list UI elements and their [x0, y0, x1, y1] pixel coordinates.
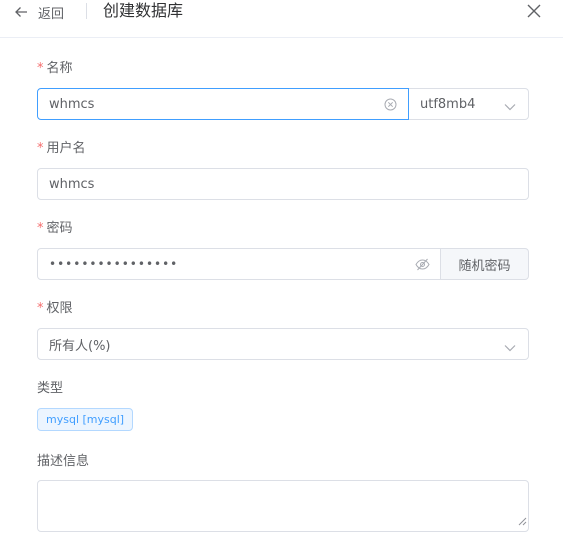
name-input-value: whmcs [49, 96, 95, 112]
resize-handle-icon[interactable] [518, 511, 527, 530]
drawer-header: 返回 创建数据库 [0, 0, 563, 38]
permission-value: 所有人(%) [49, 338, 111, 354]
username-label-text: 用户名 [46, 141, 86, 156]
close-icon[interactable] [525, 2, 543, 20]
password-label: * 密码 [37, 220, 73, 238]
eye-off-icon[interactable] [415, 258, 430, 275]
type-label: 类型 [37, 381, 64, 396]
required-mark: * [37, 301, 44, 316]
back-label: 返回 [38, 6, 65, 22]
random-password-button[interactable]: 随机密码 [440, 248, 529, 280]
permission-label: * 权限 [37, 300, 73, 318]
required-mark: * [37, 141, 44, 156]
required-mark: * [37, 61, 44, 76]
chevron-down-icon [504, 100, 516, 115]
charset-select[interactable]: utf8mb4 [408, 88, 529, 120]
header-divider [86, 3, 87, 19]
name-input[interactable]: whmcs [37, 88, 409, 120]
page-title: 创建数据库 [103, 1, 184, 20]
password-label-text: 密码 [46, 221, 73, 236]
type-tag: mysql [mysql] [37, 408, 134, 431]
description-textarea[interactable] [37, 480, 529, 532]
circle-close-icon[interactable] [384, 98, 397, 115]
username-input-value: whmcs [49, 176, 95, 192]
username-input[interactable]: whmcs [37, 168, 529, 200]
name-label-text: 名称 [46, 61, 73, 76]
permission-select[interactable]: 所有人(%) [37, 328, 529, 360]
required-mark: * [37, 221, 44, 236]
arrow-left-icon [14, 5, 28, 19]
username-label: * 用户名 [37, 140, 86, 158]
password-input-value: •••••••••••••••• [49, 257, 179, 271]
permission-label-text: 权限 [46, 301, 73, 316]
back-button[interactable]: 返回 [14, 1, 64, 23]
password-input[interactable]: •••••••••••••••• [37, 248, 441, 280]
name-label: * 名称 [37, 60, 73, 78]
chevron-down-icon [504, 341, 516, 356]
description-label: 描述信息 [37, 454, 90, 469]
random-password-label: 随机密码 [458, 258, 511, 274]
